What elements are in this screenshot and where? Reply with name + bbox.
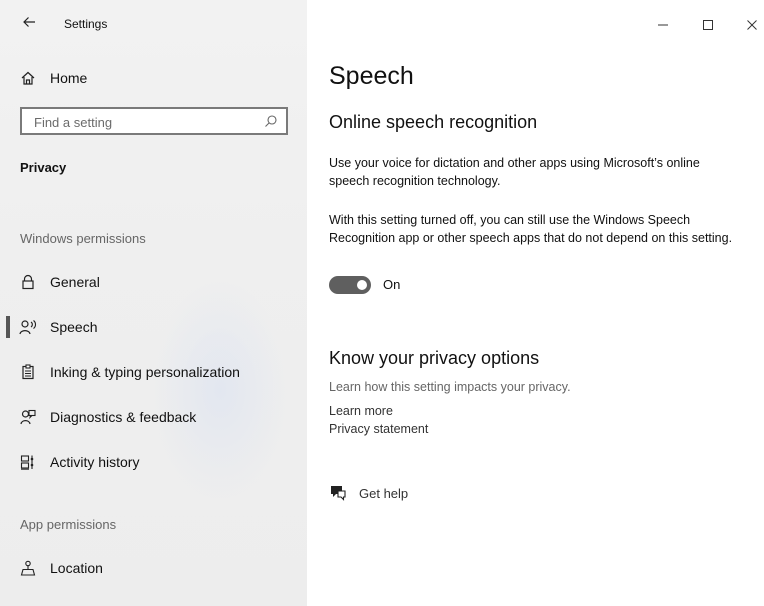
- online-speech-heading: Online speech recognition: [329, 112, 538, 132]
- privacy-description: Learn how this setting impacts your priv…: [329, 380, 571, 394]
- sidebar-item-label: Home: [50, 70, 88, 86]
- sidebar-item-location[interactable]: Location: [0, 548, 307, 588]
- privacy-options-heading: Know your privacy options: [329, 348, 540, 368]
- clipboard-icon: [18, 362, 38, 382]
- close-button[interactable]: [737, 10, 764, 40]
- search-icon[interactable]: [264, 114, 278, 128]
- online-speech-description: Use your voice for dictation and other a…: [329, 156, 700, 188]
- maximize-icon: [703, 20, 713, 30]
- sidebar-item-home[interactable]: Home: [0, 58, 307, 98]
- learn-more-link[interactable]: Learn more: [329, 404, 393, 418]
- minimize-icon: [658, 24, 668, 26]
- back-button[interactable]: [18, 14, 40, 36]
- sidebar-item-inking[interactable]: Inking & typing personalization: [0, 352, 307, 392]
- title-bar: Settings: [0, 0, 764, 50]
- maximize-button[interactable]: [693, 10, 723, 40]
- location-icon: [18, 558, 38, 578]
- feedback-icon: [18, 407, 38, 427]
- sidebar-item-speech[interactable]: Speech: [0, 307, 307, 347]
- online-speech-note: With this setting turned off, you can st…: [329, 213, 733, 245]
- toggle-knob: [357, 280, 367, 290]
- sidebar-item-general[interactable]: General: [0, 262, 307, 302]
- minimize-button[interactable]: [648, 10, 678, 40]
- sidebar-item-label: Inking & typing personalization: [50, 364, 240, 380]
- group-label-windows-permissions: Windows permissions: [20, 231, 146, 246]
- sidebar-item-label: Speech: [50, 319, 98, 335]
- window-title: Settings: [64, 17, 108, 31]
- sidebar-item-label: General: [50, 274, 100, 290]
- sidebar-item-label: Location: [50, 560, 103, 576]
- get-help-icon[interactable]: [329, 484, 347, 502]
- group-label-app-permissions: App permissions: [20, 517, 117, 532]
- back-arrow-icon: [23, 17, 35, 27]
- close-icon: [747, 20, 757, 30]
- sidebar: Home Privacy Windows permissions Gene: [0, 0, 307, 606]
- page-title: Speech: [329, 62, 414, 90]
- get-help-link[interactable]: Get help: [359, 486, 408, 501]
- section-title: Privacy: [20, 160, 67, 175]
- sidebar-item-activity-history[interactable]: Activity history: [0, 442, 307, 482]
- main-content: Speech Online speech recognition Use you…: [307, 0, 764, 606]
- sidebar-item-label: Diagnostics & feedback: [50, 409, 197, 425]
- online-speech-toggle[interactable]: [329, 276, 371, 294]
- sidebar-item-diagnostics[interactable]: Diagnostics & feedback: [0, 397, 307, 437]
- toggle-state-label: On: [383, 277, 401, 292]
- privacy-statement-link[interactable]: Privacy statement: [329, 422, 428, 436]
- sidebar-item-label: Activity history: [50, 454, 140, 470]
- lock-icon: [18, 272, 38, 292]
- search-box: [20, 107, 288, 135]
- settings-window: Home Privacy Windows permissions Gene: [0, 0, 764, 606]
- timeline-icon: [18, 452, 38, 472]
- speech-icon: [18, 317, 38, 337]
- home-icon: [18, 68, 38, 88]
- search-input[interactable]: [32, 112, 256, 132]
